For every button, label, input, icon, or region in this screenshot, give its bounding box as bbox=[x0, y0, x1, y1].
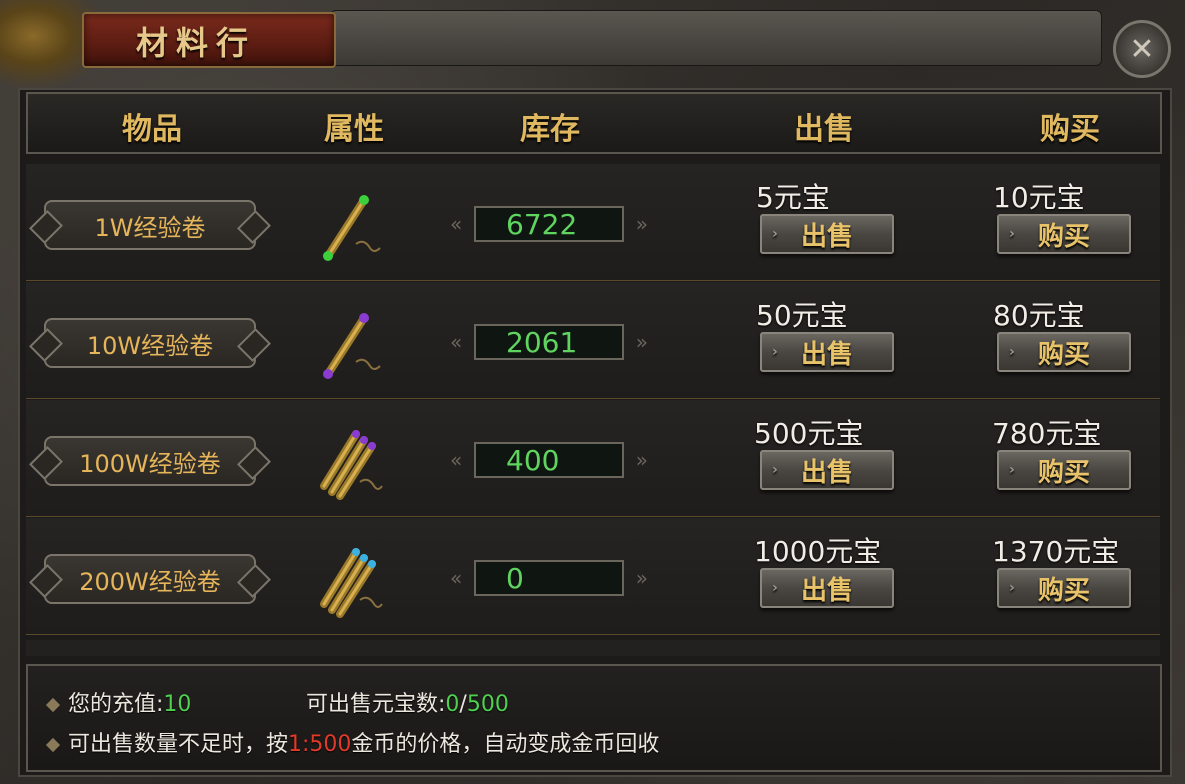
buy-button-label: 购买 bbox=[1037, 221, 1090, 252]
chevron-icon: › bbox=[1009, 580, 1015, 596]
item-name: 10W经验卷 bbox=[86, 331, 214, 360]
notice-ratio: 1:500 bbox=[288, 732, 352, 757]
sellable-max: 500 bbox=[466, 692, 509, 717]
buy-button-label: 购买 bbox=[1037, 575, 1090, 606]
sell-button-label: 出售 bbox=[800, 575, 853, 606]
item-list[interactable]: 1W经验卷 « 6722 » 5元宝 › 出售 10元宝 › 购买 10W经验卷 bbox=[26, 164, 1160, 656]
stock-display: « 0 » bbox=[450, 560, 648, 596]
sell-button[interactable]: › 出售 bbox=[760, 568, 894, 608]
diamond-bullet-icon bbox=[45, 697, 61, 713]
stock-value: 2061 bbox=[506, 325, 578, 359]
sell-price: 50元宝 bbox=[756, 299, 848, 332]
partial-row bbox=[26, 640, 1160, 656]
header-attribute: 属性 bbox=[324, 112, 384, 147]
stock-value: 0 bbox=[506, 561, 524, 595]
stock-display: « 2061 » bbox=[450, 324, 648, 360]
sellable-label: 可出售元宝数: bbox=[306, 692, 446, 717]
scroll-bundle-purple-icon bbox=[320, 430, 383, 500]
table-row: 10W经验卷 « 2061 » 50元宝 › 出售 80元宝 › 购买 bbox=[26, 282, 1160, 399]
close-x-icon: ✕ bbox=[1129, 31, 1155, 67]
buy-button-label: 购买 bbox=[1037, 457, 1090, 488]
chevron-icon: › bbox=[772, 462, 778, 478]
notice-suffix: 金币的价格，自动变成金币回收 bbox=[351, 732, 660, 757]
sell-button-label: 出售 bbox=[800, 339, 853, 370]
header-buy: 购买 bbox=[1040, 112, 1100, 147]
item-name: 100W经验卷 bbox=[79, 449, 221, 478]
chevron-icon: › bbox=[772, 226, 778, 242]
item-name-plate: 200W经验卷 bbox=[44, 554, 256, 604]
recharge-value: 10 bbox=[163, 692, 192, 717]
scroll-green-icon bbox=[323, 195, 381, 261]
chevron-icon: › bbox=[1009, 344, 1015, 360]
table-header bbox=[26, 92, 1162, 154]
item-name: 200W经验卷 bbox=[79, 567, 221, 596]
title-bar[interactable] bbox=[330, 10, 1102, 66]
item-name-plate: 1W经验卷 bbox=[44, 200, 256, 250]
sellable-current: 0 bbox=[445, 692, 460, 717]
chevron-icon: › bbox=[772, 580, 778, 596]
item-name-plate: 10W经验卷 bbox=[44, 318, 256, 368]
sell-price: 1000元宝 bbox=[754, 535, 882, 568]
stock-display: « 400 » bbox=[450, 442, 648, 478]
sell-price: 5元宝 bbox=[756, 181, 830, 214]
table-row: 100W经验卷 « 400 » 500元宝 › 出售 780元宝 › 购买 bbox=[26, 400, 1160, 517]
scroll-bundle-blue-icon bbox=[320, 548, 383, 618]
chevron-icon: › bbox=[1009, 462, 1015, 478]
stock-value: 400 bbox=[506, 443, 560, 477]
item-name-plate: 100W经验卷 bbox=[44, 436, 256, 486]
sell-button[interactable]: › 出售 bbox=[760, 214, 894, 254]
header-item: 物品 bbox=[122, 112, 182, 147]
buy-button[interactable]: › 购买 bbox=[997, 332, 1131, 372]
buy-price: 80元宝 bbox=[993, 299, 1085, 332]
buy-button[interactable]: › 购买 bbox=[997, 568, 1131, 608]
sellable-line: 可出售元宝数:0/500 bbox=[306, 686, 509, 718]
sellable-separator: / bbox=[459, 692, 467, 717]
diamond-bullet-icon bbox=[45, 737, 61, 753]
header-stock: 库存 bbox=[520, 112, 580, 147]
chevron-icon: › bbox=[1009, 226, 1015, 242]
buy-price: 10元宝 bbox=[993, 181, 1085, 214]
window-title: 材料行 bbox=[136, 24, 257, 62]
item-name: 1W经验卷 bbox=[94, 213, 206, 242]
sell-button[interactable]: › 出售 bbox=[760, 450, 894, 490]
sell-price: 500元宝 bbox=[754, 417, 864, 450]
close-button[interactable]: ✕ bbox=[1113, 20, 1171, 78]
buy-button[interactable]: › 购买 bbox=[997, 450, 1131, 490]
buy-button[interactable]: › 购买 bbox=[997, 214, 1131, 254]
stock-value: 6722 bbox=[506, 207, 578, 241]
recharge-line: 您的充值:10 bbox=[45, 686, 192, 718]
sell-button-label: 出售 bbox=[800, 221, 853, 252]
buy-button-label: 购买 bbox=[1037, 339, 1090, 370]
buy-price: 1370元宝 bbox=[992, 535, 1120, 568]
sell-button-label: 出售 bbox=[800, 457, 853, 488]
stock-display: « 6722 » bbox=[450, 206, 648, 242]
header-sell: 出售 bbox=[794, 112, 854, 147]
table-row: 200W经验卷 « 0 » 1000元宝 › 出售 1370元宝 › 购买 bbox=[26, 518, 1160, 635]
chevron-icon: › bbox=[772, 344, 778, 360]
scroll-purple-icon bbox=[323, 313, 381, 379]
sell-button[interactable]: › 出售 bbox=[760, 332, 894, 372]
recharge-label: 您的充值: bbox=[68, 692, 164, 717]
buy-price: 780元宝 bbox=[992, 417, 1102, 450]
notice-line: 可出售数量不足时，按1:500金币的价格，自动变成金币回收 bbox=[45, 726, 660, 758]
table-row: 1W经验卷 « 6722 » 5元宝 › 出售 10元宝 › 购买 bbox=[26, 164, 1160, 281]
notice-prefix: 可出售数量不足时，按 bbox=[68, 732, 289, 757]
